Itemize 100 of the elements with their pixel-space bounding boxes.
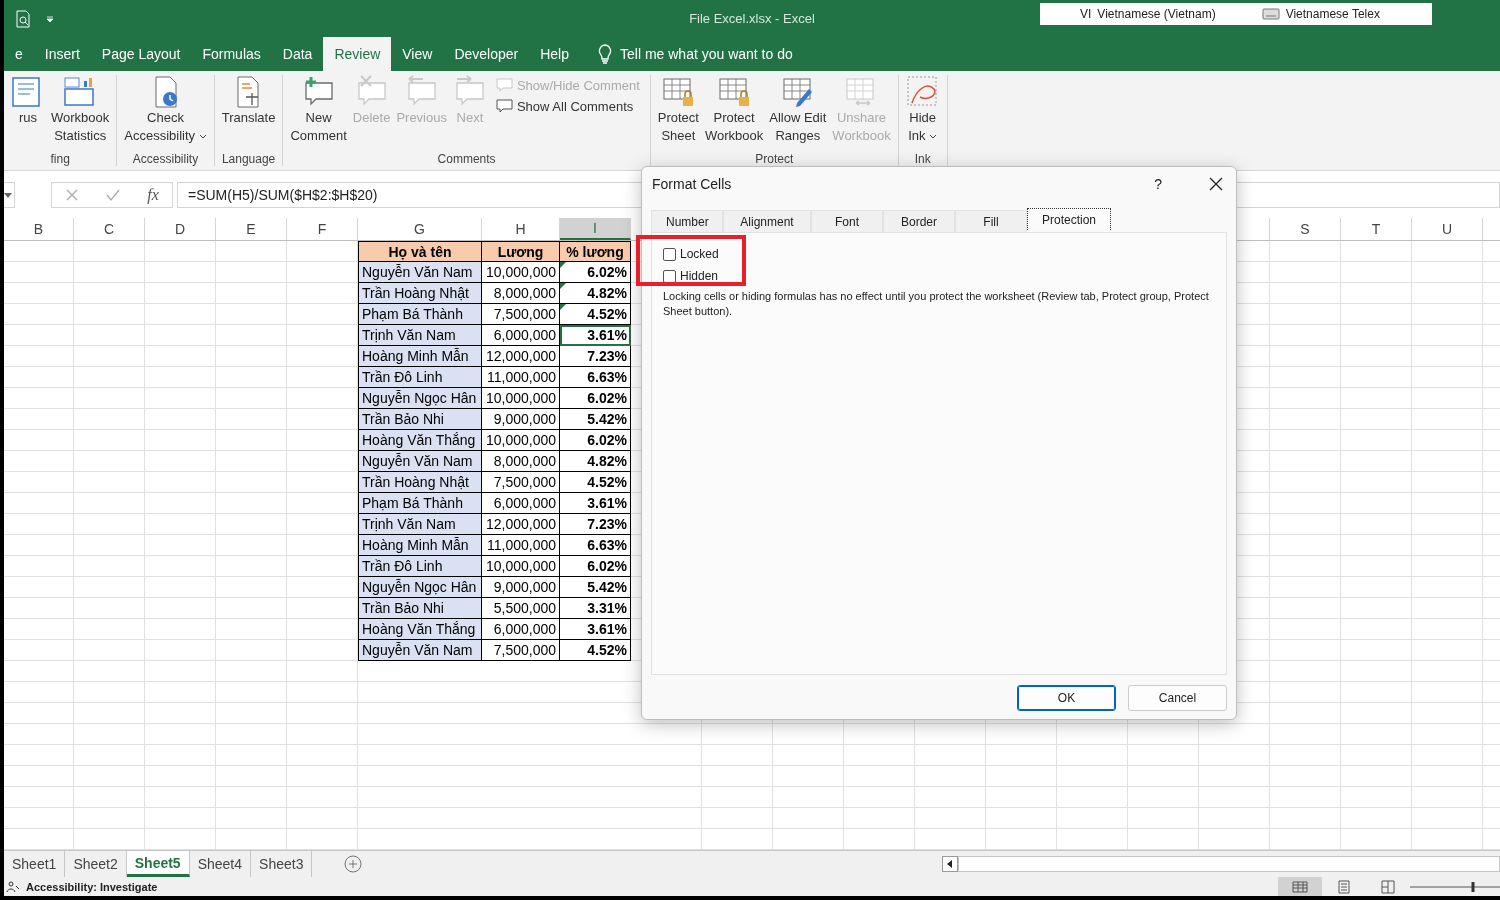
dialog-tab[interactable]: Protection [1027,208,1112,230]
ribbon-tab[interactable]: Data [271,37,324,72]
table-cell: 7,500,000 [482,640,560,662]
column-header[interactable]: B [4,218,74,241]
table-cell: Trần Đô Linh [358,367,482,389]
ribbon-button[interactable]: Show All Comments [489,98,646,116]
table-cell: 6,000,000 [482,325,560,347]
table-header-cell: Lương [482,241,560,263]
column-header[interactable]: C [74,218,145,241]
dialog-button[interactable]: OK [1017,685,1116,711]
column-header[interactable]: G [358,218,482,241]
table-cell: Trần Bảo Nhi [358,598,482,620]
column-header[interactable]: I [560,218,631,241]
table-cell: Phạm Bá Thành [358,304,482,326]
language-code[interactable]: VI [1080,7,1092,21]
ribbon-tab[interactable]: Formulas [191,37,272,72]
ribbon-button[interactable]: Workbook Statistics [48,75,113,146]
ribbon-button[interactable]: Hide Ink [902,75,943,146]
table-cell: 10,000,000 [482,430,560,452]
checkbox[interactable] [663,269,676,283]
status-text[interactable]: Accessibility: Investigate [26,880,158,893]
table-cell: Nguyễn Ngọc Hân [358,577,482,599]
checkbox[interactable] [663,247,676,261]
table-cell: Trần Đô Linh [358,556,482,578]
ribbon-button[interactable]: Translate [218,75,279,128]
comment-icon [495,78,513,94]
caret-icon [198,134,207,141]
table-cell: 10,000,000 [482,388,560,410]
normal-view-button[interactable] [1278,877,1322,896]
horizontal-scrollbar[interactable] [958,856,1500,873]
table-cell: 6.63% [560,367,631,389]
input-method[interactable]: Vietnamese Telex [1285,7,1380,21]
ribbon-button[interactable]: Protect Workbook [701,75,767,146]
ribbon-button[interactable]: Check Accessibility [121,75,210,146]
ribbon-button[interactable]: Protect Sheet [654,75,702,146]
dialog-button[interactable]: Cancel [1128,685,1227,711]
ribbon-button[interactable]: rus [8,75,48,128]
zoom-slider[interactable] [1410,879,1500,894]
tell-me-field[interactable]: Tell me what you want to do [620,46,793,63]
dialog-tab[interactable]: Font [811,210,883,232]
language-name[interactable]: Vietnamese (Vietnam) [1097,7,1216,21]
table-cell: Hoàng Văn Thắng [358,430,482,452]
checkbox-label[interactable]: Hidden [680,269,719,283]
table-cell: 6.02% [560,262,631,284]
table-cell: 8,000,000 [482,283,560,305]
lightbulb-icon [598,44,612,65]
name-box[interactable] [4,181,15,209]
column-header[interactable]: D [145,218,216,241]
dialog-tab[interactable]: Fill [955,210,1027,232]
sheet-tab[interactable]: Sheet5 [126,851,190,877]
group-label: fing [49,151,71,166]
dialog-title: Format Cells [652,176,733,192]
table-cell: Hoàng Văn Thắng [358,619,482,641]
table-cell: 5.42% [560,577,631,599]
table-cell: Hoàng Minh Mẫn [358,535,482,557]
scroll-left-icon[interactable] [942,856,958,873]
table-cell: 6,000,000 [482,619,560,641]
column-header[interactable]: T [1341,218,1412,241]
ribbon-tab[interactable]: e [4,37,34,72]
ribbon-tab[interactable]: Page Layout [90,37,192,72]
check-icon[interactable] [105,188,122,203]
checkbox-label[interactable]: Locked [680,247,719,261]
table-cell: 12,000,000 [482,514,560,536]
table-cell: Nguyễn Văn Nam [358,451,482,473]
table-cell: Trần Bảo Nhi [358,409,482,431]
help-button[interactable]: ? [1148,175,1168,193]
print-preview-icon[interactable] [14,9,32,28]
ribbon-tab[interactable]: Developer [443,37,530,72]
table-cell: 3.61% [560,325,631,347]
table-cell: 5.42% [560,409,631,431]
dialog-tab[interactable]: Alignment [723,210,811,232]
table-cell: 7.23% [560,514,631,536]
table-cell: Trịnh Văn Nam [358,325,482,347]
ribbon-tab[interactable]: Help [529,37,580,72]
column-header[interactable]: S [1270,218,1341,241]
cancel-icon[interactable] [65,188,80,203]
ribbon-icon [780,75,815,110]
table-cell: 10,000,000 [482,262,560,284]
ribbon-button[interactable]: New Comment [287,75,350,146]
ribbon-tab[interactable]: Review [323,37,392,72]
column-header[interactable]: E [216,218,287,241]
add-sheet-icon[interactable] [344,855,363,874]
table-cell: 6.02% [560,556,631,578]
keyboard-icon[interactable] [1261,8,1280,20]
column-header[interactable]: U [1412,218,1483,241]
customize-caret-icon[interactable] [46,14,54,23]
ribbon-tab[interactable]: View [391,37,444,72]
ribbon-button[interactable]: Allow Edit Ranges [766,75,830,146]
group-label: Comments [436,151,497,166]
insert-function-button[interactable]: fx [147,186,159,205]
comment-icon [495,99,513,115]
table-cell: 3.61% [560,619,631,641]
table-cell: Trần Hoàng Nhật [358,283,482,305]
ribbon-tab[interactable]: Insert [33,37,91,72]
column-header[interactable]: F [287,218,358,241]
table-cell: 4.82% [560,283,631,305]
table-cell: 9,000,000 [482,409,560,431]
dialog-tab[interactable]: Border [883,210,955,232]
dialog-tab[interactable]: Number [651,210,723,232]
table-cell: 4.82% [560,451,631,473]
